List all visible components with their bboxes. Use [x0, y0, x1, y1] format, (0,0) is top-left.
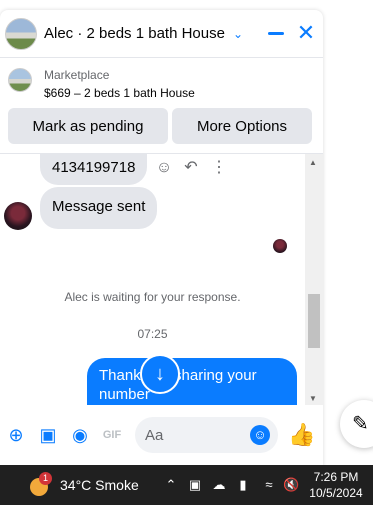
message-bubble[interactable]: Message sent	[40, 187, 158, 229]
meet-now-icon[interactable]: ▣	[187, 477, 203, 493]
scroll-up-arrow-icon[interactable]: ▲	[309, 158, 317, 167]
chevron-up-icon[interactable]: ⌃	[163, 477, 179, 493]
minimize-icon[interactable]	[268, 32, 284, 35]
scroll-down-arrow-icon[interactable]: ↓	[140, 354, 180, 394]
clock-time: 7:26 PM	[313, 470, 359, 484]
more-dots-icon[interactable]: ⋮	[210, 159, 228, 177]
listing-summary[interactable]: Marketplace $669 – 2 beds 1 bath House	[0, 58, 323, 102]
message-scrollbar[interactable]: ▲ ▼	[305, 154, 323, 405]
onedrive-icon[interactable]: ☁	[211, 477, 227, 493]
contact-avatar[interactable]	[5, 17, 37, 50]
plus-icon[interactable]: ⊕	[4, 423, 28, 447]
weather-text[interactable]: 34°C Smoke	[60, 477, 139, 493]
chat-title[interactable]: Alec · 2 beds 1 bath House	[44, 25, 225, 42]
more-options-button[interactable]: More Options	[172, 108, 312, 144]
outgoing-message-bubble[interactable]: Thanks for sharing your number I'll text…	[87, 358, 297, 405]
listing-thumbnail	[8, 68, 32, 92]
chat-window: Alec · 2 beds 1 bath House ⌄ ✕ Marketpla…	[0, 10, 323, 467]
emoji-react-icon[interactable]: ☺	[155, 159, 173, 177]
message-composer: ⊕ ▣ ◉ GIF ☺ 👍	[0, 415, 323, 455]
reply-icon[interactable]: ↶	[182, 159, 200, 177]
battery-icon[interactable]: ▮	[235, 477, 251, 493]
phone-number-bubble[interactable]: 4134199718	[40, 154, 148, 185]
thumbs-up-icon[interactable]: 👍	[288, 421, 316, 449]
mark-pending-button[interactable]: Mark as pending	[8, 108, 168, 144]
seen-indicator-avatar	[273, 239, 287, 253]
taskbar-clock[interactable]: 7:26 PM 10/5/2024	[305, 469, 367, 501]
close-icon[interactable]: ✕	[294, 21, 318, 45]
sticker-icon[interactable]: ◉	[68, 423, 92, 447]
sender-avatar[interactable]	[4, 202, 32, 230]
scrollbar-thumb[interactable]	[308, 294, 320, 348]
listing-source: Marketplace	[44, 68, 110, 82]
wifi-icon[interactable]: ≈	[261, 477, 277, 492]
scroll-down-small-arrow-icon[interactable]: ▼	[309, 394, 317, 403]
weather-icon[interactable]: 1	[30, 472, 52, 496]
volume-mute-icon[interactable]: 🔇	[283, 477, 299, 493]
chevron-down-icon[interactable]: ⌄	[233, 27, 243, 41]
waiting-status: Alec is waiting for your response.	[64, 290, 241, 304]
new-message-icon[interactable]: ✎	[340, 400, 373, 448]
taskbar: 1 34°C Smoke ⌃ ▣ ☁ ▮ ≈ 🔇 7:26 PM 10/5/20…	[0, 465, 373, 505]
emoji-icon[interactable]: ☺	[250, 425, 270, 445]
message-list: 4134199718 ☺ ↶ ⋮ Message sent Alec is wa…	[0, 154, 305, 405]
listing-description: $669 – 2 beds 1 bath House	[44, 86, 195, 100]
chat-header: Alec · 2 beds 1 bath House ⌄ ✕	[0, 10, 323, 58]
photo-icon[interactable]: ▣	[36, 423, 60, 447]
message-timestamp: 07:25	[137, 327, 168, 341]
clock-date: 10/5/2024	[309, 486, 363, 500]
gif-icon[interactable]: GIF	[100, 423, 124, 447]
notification-badge: 1	[39, 472, 52, 485]
